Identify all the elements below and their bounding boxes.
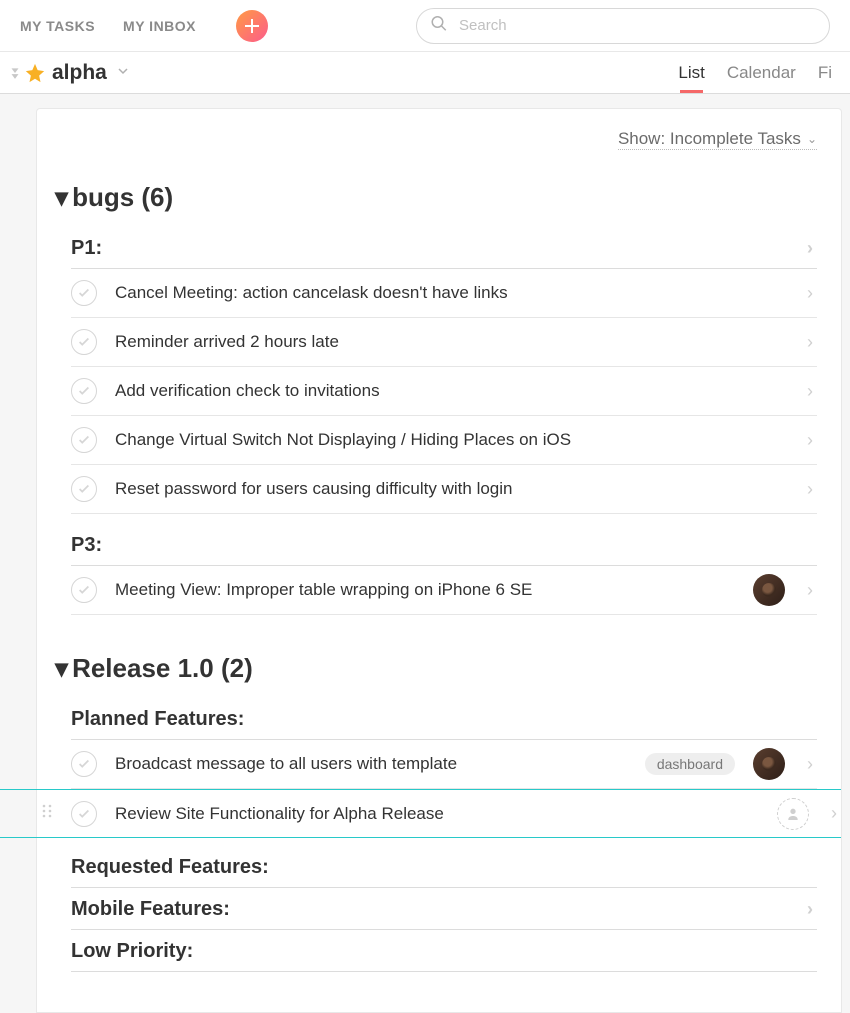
subsection-heading[interactable]: Mobile Features: › [71,888,817,930]
top-bar: MY TASKS MY INBOX [0,0,850,52]
complete-checkbox[interactable] [71,427,97,453]
subsection-label: P1: [71,237,102,260]
task-row[interactable]: Broadcast message to all users with temp… [71,740,817,789]
task-row[interactable]: Reminder arrived 2 hours late › [71,318,817,367]
task-title: Broadcast message to all users with temp… [115,754,627,774]
assign-user-icon[interactable] [777,798,809,830]
tab-list[interactable]: List [678,63,704,83]
chevron-right-icon: › [803,899,817,920]
task-title: Add verification check to invitations [115,381,785,401]
subsection-label: Planned Features: [71,708,244,731]
task-title: Reminder arrived 2 hours late [115,332,785,352]
caret-down-icon: ▾ [55,653,68,684]
collapse-sidebar-icon[interactable] [6,66,24,80]
chevron-right-icon: › [803,381,817,402]
subsection-p3: P3: [71,524,817,566]
complete-checkbox[interactable] [71,280,97,306]
caret-down-icon: ▾ [55,182,68,213]
subsection-label: Requested Features: [71,856,269,879]
subsection-heading[interactable]: Requested Features: [71,846,817,888]
subsection-p1: P1: › [71,227,817,269]
add-button[interactable] [236,10,268,42]
tab-calendar[interactable]: Calendar [727,63,796,83]
subsection-heading[interactable]: Planned Features: [71,698,817,740]
complete-checkbox[interactable] [71,577,97,603]
task-title: Cancel Meeting: action cancelask doesn't… [115,283,785,303]
subsection-planned: Planned Features: [71,698,817,740]
complete-checkbox[interactable] [71,329,97,355]
task-title: Reset password for users causing difficu… [115,479,785,499]
task-row-selected[interactable]: Review Site Functionality for Alpha Rele… [0,789,841,838]
drag-handle-icon[interactable] [41,803,53,824]
chevron-right-icon: › [803,283,817,304]
subsection-label: Low Priority: [71,940,193,963]
task-panel: Show: Incomplete Tasks ⌄ ▾ bugs (6) P1: … [36,108,842,1013]
view-tabs: List Calendar Fi [678,63,844,83]
task-row[interactable]: Meeting View: Improper table wrapping on… [71,566,817,615]
subsection-heading[interactable]: P3: [71,524,817,566]
nav-my-inbox[interactable]: MY INBOX [123,18,196,34]
task-title: Change Virtual Switch Not Displaying / H… [115,430,785,450]
chevron-right-icon: › [803,754,817,775]
filter-row: Show: Incomplete Tasks ⌄ [55,129,817,150]
search-input[interactable] [416,8,830,44]
subsection-requested: Requested Features: [71,846,817,888]
search-wrap [416,8,830,44]
chevron-right-icon: › [803,332,817,353]
chevron-down-icon[interactable] [117,64,129,82]
section-header-release[interactable]: ▾ Release 1.0 (2) [55,653,817,684]
task-title: Meeting View: Improper table wrapping on… [115,580,735,600]
assignee-avatar[interactable] [753,748,785,780]
section-title: bugs (6) [72,182,173,213]
star-icon[interactable] [24,62,46,84]
subsection-mobile: Mobile Features: › [71,888,817,930]
project-bar: alpha List Calendar Fi [0,52,850,94]
complete-checkbox[interactable] [71,751,97,777]
subsection-heading[interactable]: P1: › [71,227,817,269]
complete-checkbox[interactable] [71,801,97,827]
filter-label: Show: Incomplete Tasks [618,129,801,149]
plus-icon [244,18,260,34]
task-row[interactable]: Cancel Meeting: action cancelask doesn't… [71,269,817,318]
nav-my-tasks[interactable]: MY TASKS [20,18,95,34]
task-row[interactable]: Add verification check to invitations › [71,367,817,416]
task-title: Review Site Functionality for Alpha Rele… [115,804,759,824]
subsection-lowpri: Low Priority: [71,930,817,972]
chevron-down-icon: ⌄ [807,132,817,146]
section-title: Release 1.0 (2) [72,653,253,684]
assignee-avatar[interactable] [753,574,785,606]
subsection-label: P3: [71,534,102,557]
section-header-bugs[interactable]: ▾ bugs (6) [55,182,817,213]
tag-pill[interactable]: dashboard [645,753,735,775]
task-row[interactable]: Change Virtual Switch Not Displaying / H… [71,416,817,465]
complete-checkbox[interactable] [71,378,97,404]
chevron-right-icon: › [803,238,817,259]
chevron-right-icon: › [803,580,817,601]
subsection-heading[interactable]: Low Priority: [71,930,817,972]
chevron-right-icon: › [827,803,841,824]
chevron-right-icon: › [803,479,817,500]
subsection-label: Mobile Features: [71,898,230,921]
tab-files[interactable]: Fi [818,63,832,83]
task-row[interactable]: Reset password for users causing difficu… [71,465,817,514]
chevron-right-icon: › [803,430,817,451]
complete-checkbox[interactable] [71,476,97,502]
project-name: alpha [52,61,107,85]
filter-toggle[interactable]: Show: Incomplete Tasks ⌄ [618,129,817,150]
